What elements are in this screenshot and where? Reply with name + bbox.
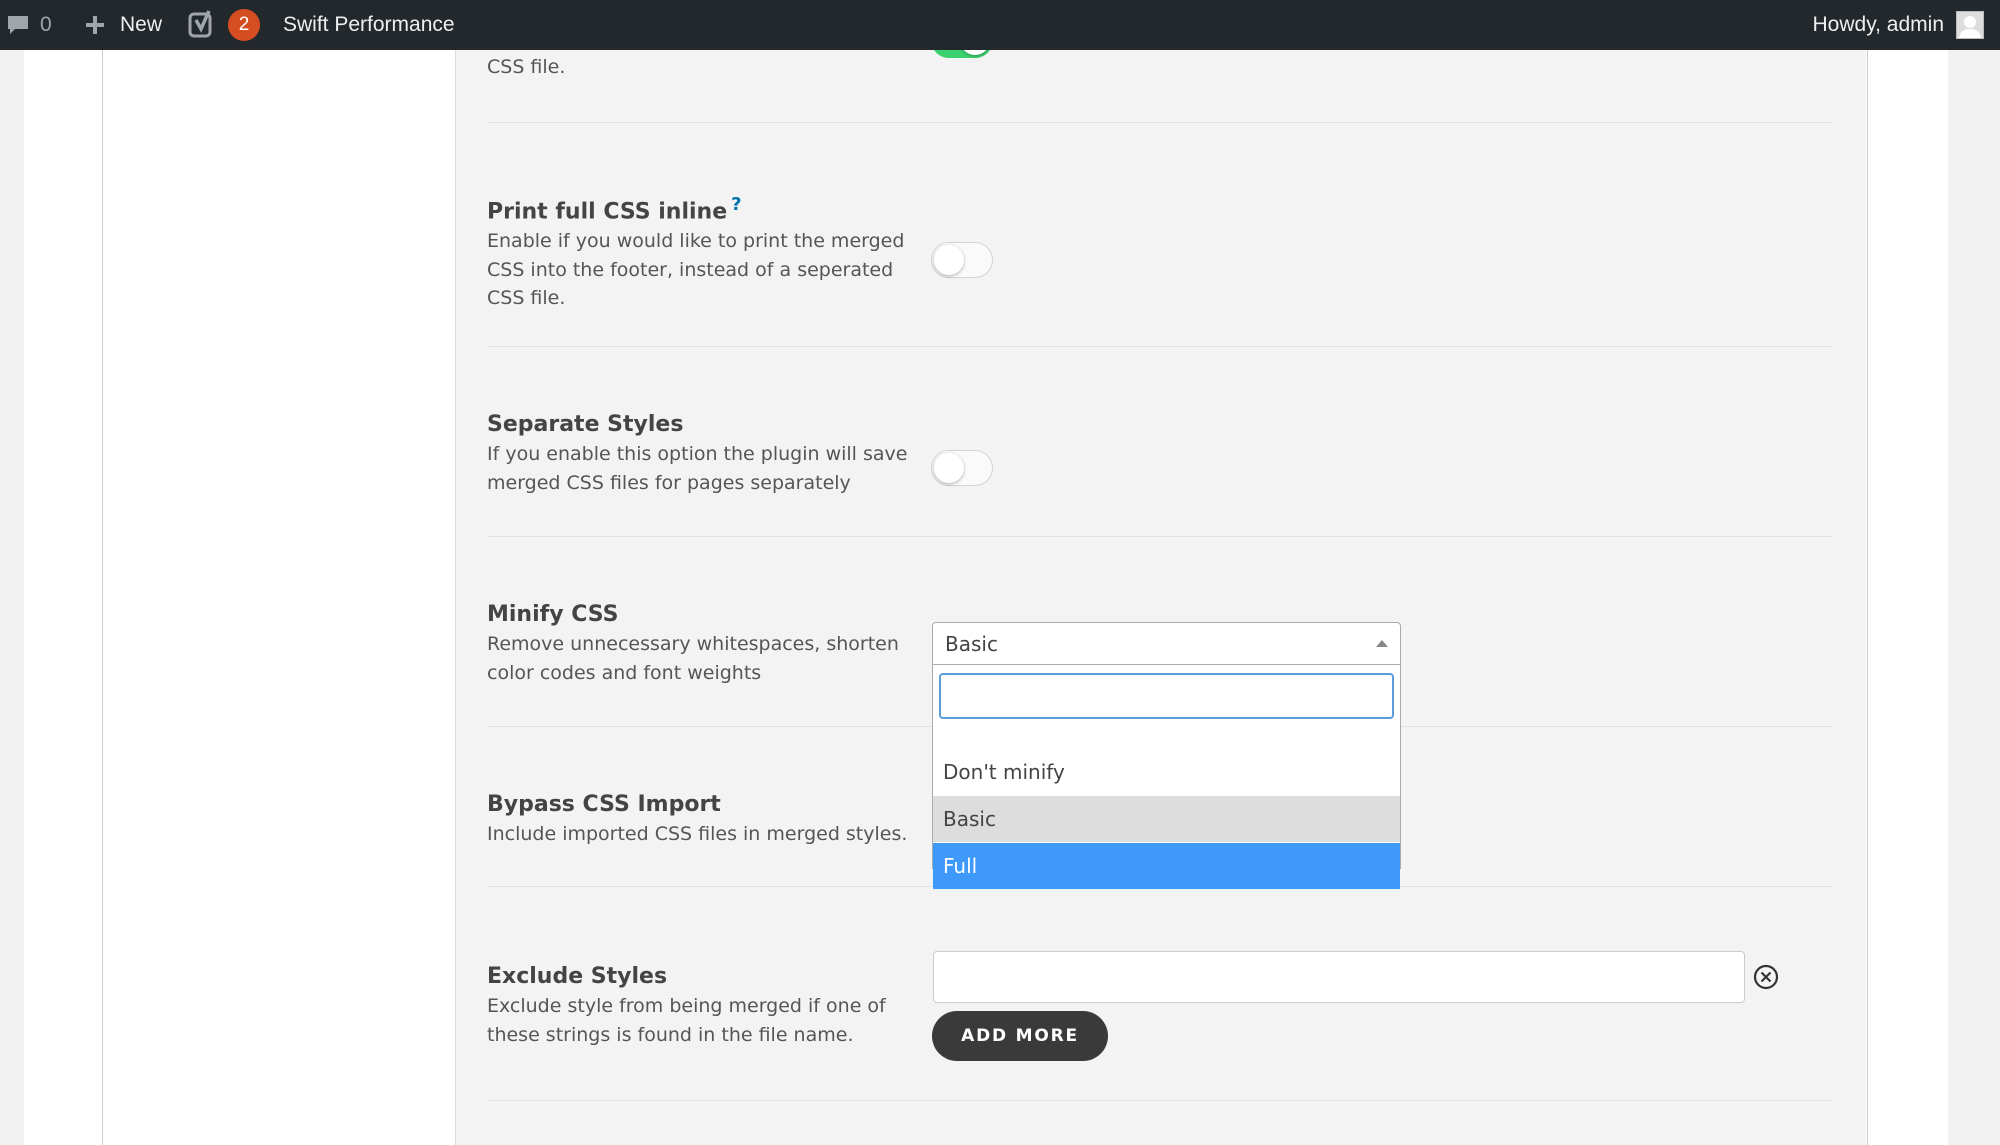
exclude-styles-desc: Exclude style from being merged if one o… [487,995,886,1046]
comments-count: 0 [40,13,52,36]
setting-title: Print full CSS inline? [487,190,927,227]
option-dont-minify[interactable]: Don't minify [933,749,1400,795]
print-full-css-desc: Enable if you would like to print the me… [487,230,905,310]
yoast-notification-badge: 2 [228,9,260,41]
dropdown-search-input[interactable] [939,673,1394,719]
separate-styles-toggle[interactable] [931,450,993,486]
bypass-css-import-row: Bypass CSS Import Include imported CSS f… [487,790,927,849]
divider [487,536,1833,537]
plus-icon [86,16,104,34]
toggle-knob [934,245,964,275]
admin-bar: 0 New 2 Swift Performance Howdy, admin [0,0,2000,50]
print-full-css-title: Print full CSS inline [487,199,728,225]
remove-circle-icon[interactable] [1752,963,1780,991]
site-name-link[interactable]: Swift Performance [283,0,455,50]
exclude-styles-title: Exclude Styles [487,964,668,989]
select-current-value: Basic [945,632,998,656]
yoast-icon [188,10,212,38]
print-full-css-toggle[interactable] [931,242,993,278]
yoast-seo-link[interactable]: 2 [188,0,260,50]
minify-css-select[interactable]: Basic [932,622,1401,664]
minify-css-title: Minify CSS [487,602,619,627]
option-full[interactable]: Full [933,843,1400,889]
print-full-css-row: Print full CSS inline? Enable if you wou… [487,190,927,313]
exclude-styles-row: Exclude Styles Exclude style from being … [487,962,927,1049]
user-avatar-icon [1959,16,1981,38]
minify-css-row: Minify CSS Remove unnecessary whitespace… [487,600,927,687]
howdy-text: Howdy, admin [1812,13,1945,36]
caret-up-icon [1376,640,1388,647]
exclude-styles-input[interactable] [933,951,1745,1003]
option-basic[interactable]: Basic [933,796,1400,842]
minify-css-dropdown: Don't minify Basic Full [932,664,1401,889]
previous-setting-desc: CSS file. [487,56,566,78]
divider [487,346,1833,347]
page-gutter-left [0,50,24,1145]
bypass-css-import-desc: Include imported CSS files in merged sty… [487,823,908,845]
divider [487,122,1833,123]
bypass-css-import-title: Bypass CSS Import [487,792,721,817]
toggle-knob [934,453,964,483]
help-link[interactable]: ? [731,194,741,215]
site-name: Swift Performance [283,13,455,36]
separate-styles-row: Separate Styles If you enable this optio… [487,410,927,497]
new-label: New [120,13,163,36]
comments-link[interactable]: 0 [6,0,52,50]
new-content-link[interactable]: New [84,0,162,50]
page-gutter-right [1948,50,2000,1145]
avatar [1956,11,1984,39]
minify-css-desc: Remove unnecessary whitespaces, shorten … [487,633,899,684]
my-account-link[interactable]: Howdy, admin [1812,0,1984,50]
separate-styles-title: Separate Styles [487,412,684,437]
comment-bubble-icon [8,16,28,34]
separate-styles-desc: If you enable this option the plugin wil… [487,443,908,494]
add-more-button[interactable]: ADD MORE [932,1011,1108,1061]
divider [487,1100,1833,1101]
